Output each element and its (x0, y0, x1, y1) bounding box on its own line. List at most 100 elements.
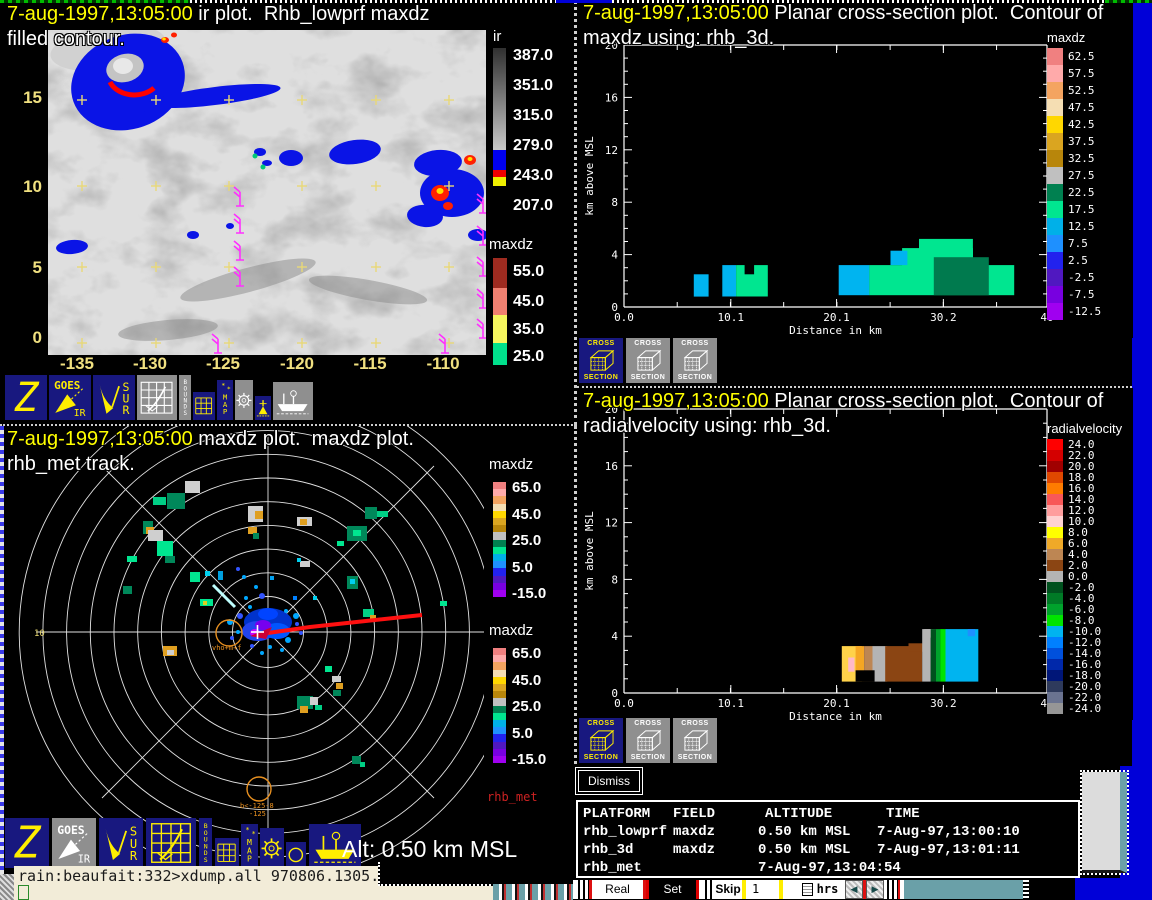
wm-border (1105, 0, 1152, 3)
grid-overlay-icon[interactable] (193, 392, 215, 420)
x-tick-label: 30.2 (930, 311, 957, 324)
page-icon[interactable] (802, 883, 813, 896)
contour-region (891, 251, 908, 265)
surveillance-radar-icon[interactable]: SUR (93, 375, 135, 420)
colorbar-title: maxdz (489, 622, 533, 639)
skip-label: Skip (714, 880, 742, 899)
x-axis-label: -120 (280, 354, 314, 374)
cloud-feature (468, 157, 473, 161)
wm-border (612, 0, 1105, 3)
table-cell: rhb_met (583, 860, 642, 876)
window-border-stripe (702, 880, 714, 899)
y-tick-label: 8 (611, 196, 618, 209)
radar-echo (165, 556, 175, 563)
radar-echo (360, 762, 365, 767)
z-glyph: Z (8, 377, 45, 418)
colorbar-entry: 6.0 (1047, 538, 1131, 549)
map-icon[interactable]: **MAP (241, 824, 258, 868)
echo-speck (295, 622, 299, 626)
x-tick-label: 10.1 (718, 311, 745, 324)
maxdz-colorbar: maxdz65.045.025.05.0-15.0 (485, 456, 573, 616)
cross-section-button[interactable]: CROSSSECTION (626, 718, 670, 763)
panel-radar-ppi: vho+m+fb<-125-8-12510 7-aug-1997,13:05:0… (0, 426, 577, 878)
color-swatch (493, 554, 506, 561)
colorbar-entry: 27.5 (1047, 167, 1131, 184)
color-swatch (1047, 692, 1063, 703)
bounds-icon[interactable]: BOUNDS (199, 818, 212, 868)
goes-ir-icon[interactable]: GOESIR (52, 818, 96, 868)
goes-ir-icon[interactable]: GOESIR (49, 375, 91, 420)
level-label: 65.0 (512, 645, 541, 662)
zebra-logo-icon[interactable]: Z (5, 818, 49, 868)
zebra-logo-icon[interactable]: Z (5, 375, 47, 420)
level-label: 42.5 (1068, 118, 1095, 131)
grid-overlay-icon[interactable] (215, 838, 239, 868)
radar-echo (352, 756, 361, 764)
color-swatch (1047, 604, 1063, 615)
color-swatch (493, 496, 506, 503)
color-swatch (1047, 439, 1063, 450)
map-icon[interactable]: **MAP (217, 380, 233, 420)
azimuth-grid-icon[interactable] (235, 380, 253, 420)
x-tick-label: 0.0 (614, 697, 634, 710)
color-swatch (1047, 560, 1063, 571)
colorbar-title: maxdz (489, 236, 533, 253)
skip-value-field[interactable]: 1 (746, 880, 779, 899)
color-swatch (493, 670, 506, 677)
real-time-button[interactable]: Real Time (592, 880, 643, 899)
buoy-icon[interactable] (255, 396, 271, 420)
z-glyph: Z (8, 820, 47, 866)
panel-ir-satellite: 7-aug-1997,13:05:00 ir plot. Rhb_lowprf … (0, 0, 577, 426)
radar-grid-icon[interactable] (137, 375, 177, 420)
color-swatch (493, 482, 506, 489)
color-swatch (1047, 516, 1063, 527)
panel-subtitle: radialvelocity using: rhb_3d. (583, 415, 831, 438)
cross-section-button[interactable]: CROSSSECTION (579, 718, 623, 763)
bounds-icon[interactable]: BOUNDS (179, 375, 191, 420)
timestamp: 7-aug-1997,13:05:00 (7, 428, 193, 450)
echo-speck (260, 651, 264, 655)
ir-colorbar: ir387.0351.0315.0279.0243.0207.0 (487, 28, 573, 234)
dismiss-button[interactable]: Dismiss (578, 770, 640, 792)
contour-region (848, 658, 854, 672)
svg-text:*: * (252, 829, 256, 838)
svg-text:*: * (221, 382, 225, 390)
color-swatch (1047, 133, 1063, 150)
circle-overlay-icon[interactable] (286, 842, 306, 868)
svg-text:MAP: MAP (247, 837, 252, 863)
surveillance-radar-icon[interactable]: SUR (99, 818, 143, 868)
color-swatch (1047, 483, 1063, 494)
step-forward-button[interactable]: ▶ (866, 880, 884, 899)
button-label: CROSS (587, 340, 614, 347)
cross-section-button[interactable]: CROSSSECTION (673, 718, 717, 763)
colorbar-entry: 57.5 (1047, 65, 1131, 82)
cross-section-button[interactable]: CROSSSECTION (579, 338, 623, 383)
cross-section-button[interactable]: CROSSSECTION (673, 338, 717, 383)
echo-speck (285, 637, 291, 643)
set-time-button[interactable]: Set Time (646, 880, 699, 899)
scrollbar-window[interactable] (1082, 772, 1127, 873)
panel-subtitle: filled contour. (7, 28, 125, 51)
radar-grid-icon[interactable] (146, 818, 196, 868)
contour-region (873, 646, 888, 682)
terminal-prompt: rain:beaufait:332>xdump.all 970806.1305.… (18, 867, 406, 885)
y-tick-label: 4 (611, 249, 618, 262)
colorbar-title: maxdz (489, 456, 533, 473)
azimuth-grid-icon[interactable] (260, 828, 284, 868)
button-label: CROSS (634, 720, 661, 727)
cross-section-button[interactable]: CROSSSECTION (626, 338, 670, 383)
level-label: 279.0 (513, 137, 553, 155)
ship-icon[interactable] (273, 382, 313, 420)
cloud-feature (226, 223, 234, 229)
platform-table: PLATFORMFIELDALTITUDETIMErhb_lowprfmaxdz… (576, 800, 1080, 878)
table-cell: rhb_3d (583, 842, 633, 858)
table-cell: 0.50 km MSL (758, 842, 850, 858)
step-back-button[interactable]: ◀ (845, 880, 863, 899)
ir-extra-segment (493, 150, 506, 170)
radar-echo (148, 530, 163, 541)
radar-echo (332, 676, 341, 682)
color-swatch (493, 343, 507, 365)
table-header: PLATFORM (583, 806, 650, 822)
terminal-cursor (18, 885, 29, 900)
color-swatch (1047, 582, 1063, 593)
